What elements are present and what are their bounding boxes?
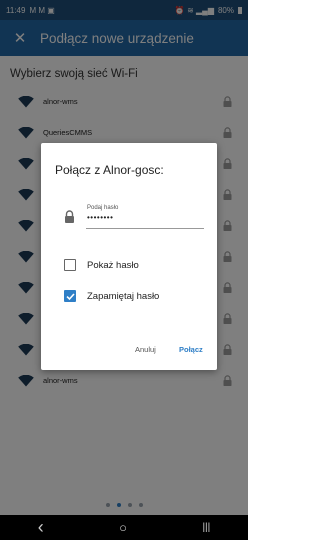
show-password-checkbox[interactable]	[64, 259, 76, 271]
password-input[interactable]: ••••••••	[87, 213, 113, 222]
wifi-password-dialog: Połącz z Alnor-gosc: Podaj hasło •••••••…	[41, 143, 217, 370]
lock-icon	[65, 210, 74, 223]
show-password-row[interactable]: Pokaż hasło	[64, 259, 139, 271]
checkmark-icon	[65, 292, 75, 300]
remember-password-checkbox[interactable]	[64, 290, 76, 302]
show-password-label: Pokaż hasło	[87, 259, 139, 271]
cancel-button[interactable]: Anuluj	[135, 345, 156, 354]
system-nav-bar: ‹ ○ |||	[0, 515, 248, 540]
password-underline	[86, 228, 204, 229]
home-icon[interactable]: ○	[119, 520, 127, 535]
remember-password-label: Zapamiętaj hasło	[87, 290, 160, 302]
password-label: Podaj hasło	[87, 205, 119, 211]
connect-button[interactable]: Połącz	[179, 345, 203, 354]
dialog-title: Połącz z Alnor-gosc:	[55, 163, 164, 177]
recents-icon[interactable]: |||	[202, 522, 210, 533]
remember-password-row[interactable]: Zapamiętaj hasło	[64, 290, 159, 302]
back-icon[interactable]: ‹	[38, 517, 44, 538]
